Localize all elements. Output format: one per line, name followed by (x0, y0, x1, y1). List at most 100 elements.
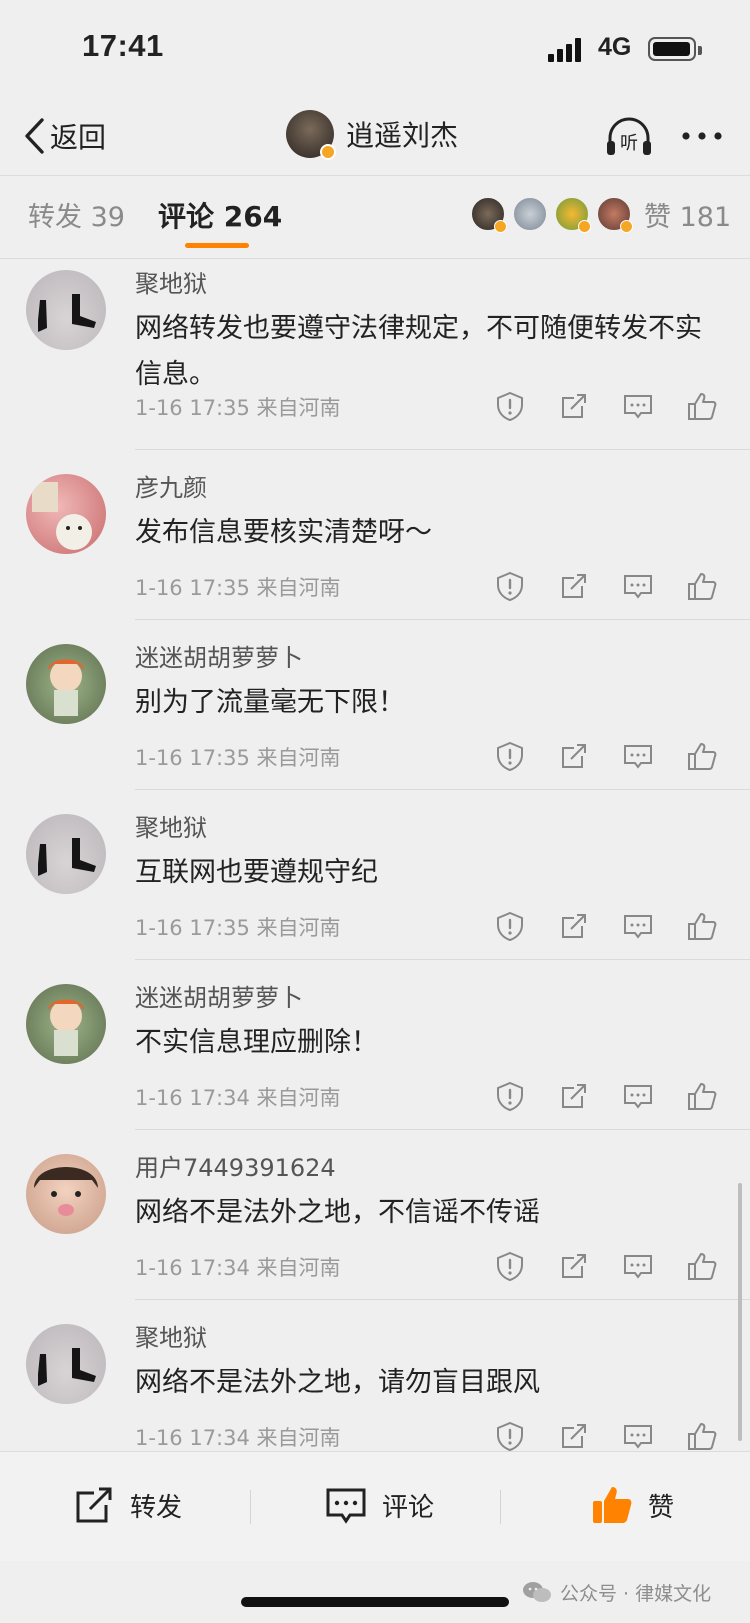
reply-comment-icon[interactable] (622, 1080, 654, 1112)
comment-author[interactable]: 用户7449391624 (135, 1148, 336, 1183)
avatar[interactable] (26, 474, 106, 554)
comment-text: 网络转发也要遵守法律规定，不可随便转发不实信息。 (135, 313, 702, 390)
repost-label: 转发 (130, 1492, 183, 1523)
thumbs-up-icon[interactable] (686, 1420, 718, 1452)
more-options-icon[interactable] (680, 116, 724, 156)
comment-actions (494, 1080, 724, 1114)
divider (135, 449, 750, 450)
share-icon[interactable] (558, 1420, 590, 1452)
nav-bar: 返回 逍遥刘杰 听 (0, 100, 750, 175)
headphones-listen-icon[interactable]: 听 (604, 114, 654, 160)
thumbs-up-icon[interactable] (686, 1250, 718, 1282)
divider (135, 959, 750, 960)
report-shield-icon[interactable] (494, 1250, 526, 1282)
share-icon[interactable] (558, 1250, 590, 1282)
reply-comment-icon[interactable] (622, 390, 654, 422)
avatar[interactable] (286, 110, 336, 160)
comment-item[interactable]: 迷迷胡胡萝萝卜 别为了流量毫无下限！ 1-16 17:35 来自河南 (0, 636, 750, 794)
divider (500, 1490, 501, 1524)
tab-repost[interactable]: 转发 39 (28, 195, 125, 234)
page-title: 逍遥刘杰 (346, 119, 459, 152)
tab-likes[interactable]: 赞 181 (644, 195, 731, 234)
reply-comment-icon[interactable] (622, 1420, 654, 1452)
thumbs-up-icon[interactable] (686, 740, 718, 772)
avatar (596, 196, 633, 233)
comment-author[interactable]: 聚地狱 (135, 1318, 207, 1353)
share-icon[interactable] (558, 570, 590, 602)
share-icon[interactable] (558, 1080, 590, 1112)
profile-header[interactable]: 逍遥刘杰 (286, 106, 458, 162)
active-tab-indicator (185, 243, 249, 248)
comment-actions (494, 740, 724, 774)
avatar[interactable] (26, 270, 106, 350)
status-time: 17:41 (82, 28, 164, 63)
home-indicator[interactable] (241, 1597, 509, 1607)
avatar[interactable] (26, 984, 106, 1064)
comment-author[interactable]: 聚地狱 (135, 808, 207, 843)
thumbs-up-icon[interactable] (686, 910, 718, 942)
avatar (554, 196, 591, 233)
avatar[interactable] (26, 644, 106, 724)
avatar[interactable] (26, 1154, 106, 1234)
back-button[interactable]: 返回 (22, 112, 106, 160)
divider (135, 789, 750, 790)
comment-item[interactable]: 聚地狱 网络不是法外之地，请勿盲目跟风 1-16 17:34 来自河南 (0, 1316, 750, 1452)
thumbs-up-icon[interactable] (686, 1080, 718, 1112)
wechat-logo-icon (523, 1582, 551, 1602)
report-shield-icon[interactable] (494, 1080, 526, 1112)
comment-meta: 1-16 17:35 来自河南 (135, 916, 341, 940)
share-icon[interactable] (558, 390, 590, 422)
avatar[interactable] (26, 1324, 106, 1404)
comment-item[interactable]: 聚地狱 网络转发也要遵守法律规定，不可随便转发不实信息。 1-16 17:35 … (0, 262, 750, 450)
comment-actions (494, 390, 724, 424)
like-button[interactable]: 赞 (590, 1482, 674, 1528)
reply-comment-icon[interactable] (622, 570, 654, 602)
comment-button[interactable]: 评论 (324, 1482, 434, 1528)
comment-author[interactable]: 迷迷胡胡萝萝卜 (135, 978, 303, 1013)
reply-comment-icon[interactable] (622, 910, 654, 942)
comment-meta: 1-16 17:34 来自河南 (135, 1256, 341, 1280)
tabs: 转发 39 评论 264 赞 181 (0, 180, 750, 255)
scrollbar[interactable] (738, 1183, 742, 1441)
repost-button[interactable]: 转发 (72, 1482, 182, 1528)
comment-meta: 1-16 17:35 来自河南 (135, 396, 341, 420)
reply-comment-icon[interactable] (622, 740, 654, 772)
comment-text: 发布信息要核实清楚呀～ (135, 517, 432, 548)
comment-meta: 1-16 17:34 来自河南 (135, 1426, 341, 1450)
comment-meta: 1-16 17:35 来自河南 (135, 576, 341, 600)
report-shield-icon[interactable] (494, 910, 526, 942)
divider (0, 258, 750, 259)
comment-item[interactable]: 聚地狱 互联网也要遵规守纪 1-16 17:35 来自河南 (0, 806, 750, 964)
comment-author[interactable]: 彦九颜 (135, 468, 207, 503)
reply-comment-icon[interactable] (622, 1250, 654, 1282)
listen-label: 听 (620, 133, 638, 154)
avatar[interactable] (26, 814, 106, 894)
status-bar: 17:41 4G (0, 0, 750, 100)
report-shield-icon[interactable] (494, 740, 526, 772)
comment-item[interactable]: 用户7449391624 网络不是法外之地，不信谣不传谣 1-16 17:34 … (0, 1146, 750, 1304)
comment-icon (326, 1488, 366, 1524)
comment-actions (494, 1420, 724, 1454)
share-icon[interactable] (558, 910, 590, 942)
report-shield-icon[interactable] (494, 1420, 526, 1452)
report-shield-icon[interactable] (494, 390, 526, 422)
comment-author[interactable]: 聚地狱 (135, 264, 207, 299)
network-type: 4G (598, 33, 632, 61)
divider (0, 175, 750, 176)
avatar (512, 196, 548, 232)
comment-meta: 1-16 17:35 来自河南 (135, 746, 341, 770)
share-icon[interactable] (558, 740, 590, 772)
battery-icon (648, 37, 702, 61)
comment-item[interactable]: 彦九颜 发布信息要核实清楚呀～ 1-16 17:35 来自河南 (0, 466, 750, 624)
thumbs-up-icon[interactable] (686, 570, 718, 602)
comment-actions (494, 1250, 724, 1284)
comment-author[interactable]: 迷迷胡胡萝萝卜 (135, 638, 303, 673)
report-shield-icon[interactable] (494, 570, 526, 602)
comment-label: 评论 (382, 1492, 435, 1523)
thumbs-up-filled-icon (593, 1487, 632, 1523)
comment-text: 网络不是法外之地，请勿盲目跟风 (135, 1367, 540, 1398)
tab-comments[interactable]: 评论 264 (158, 195, 282, 235)
comment-actions (494, 570, 724, 604)
thumbs-up-icon[interactable] (686, 390, 718, 422)
comment-item[interactable]: 迷迷胡胡萝萝卜 不实信息理应删除！ 1-16 17:34 来自河南 (0, 976, 750, 1134)
